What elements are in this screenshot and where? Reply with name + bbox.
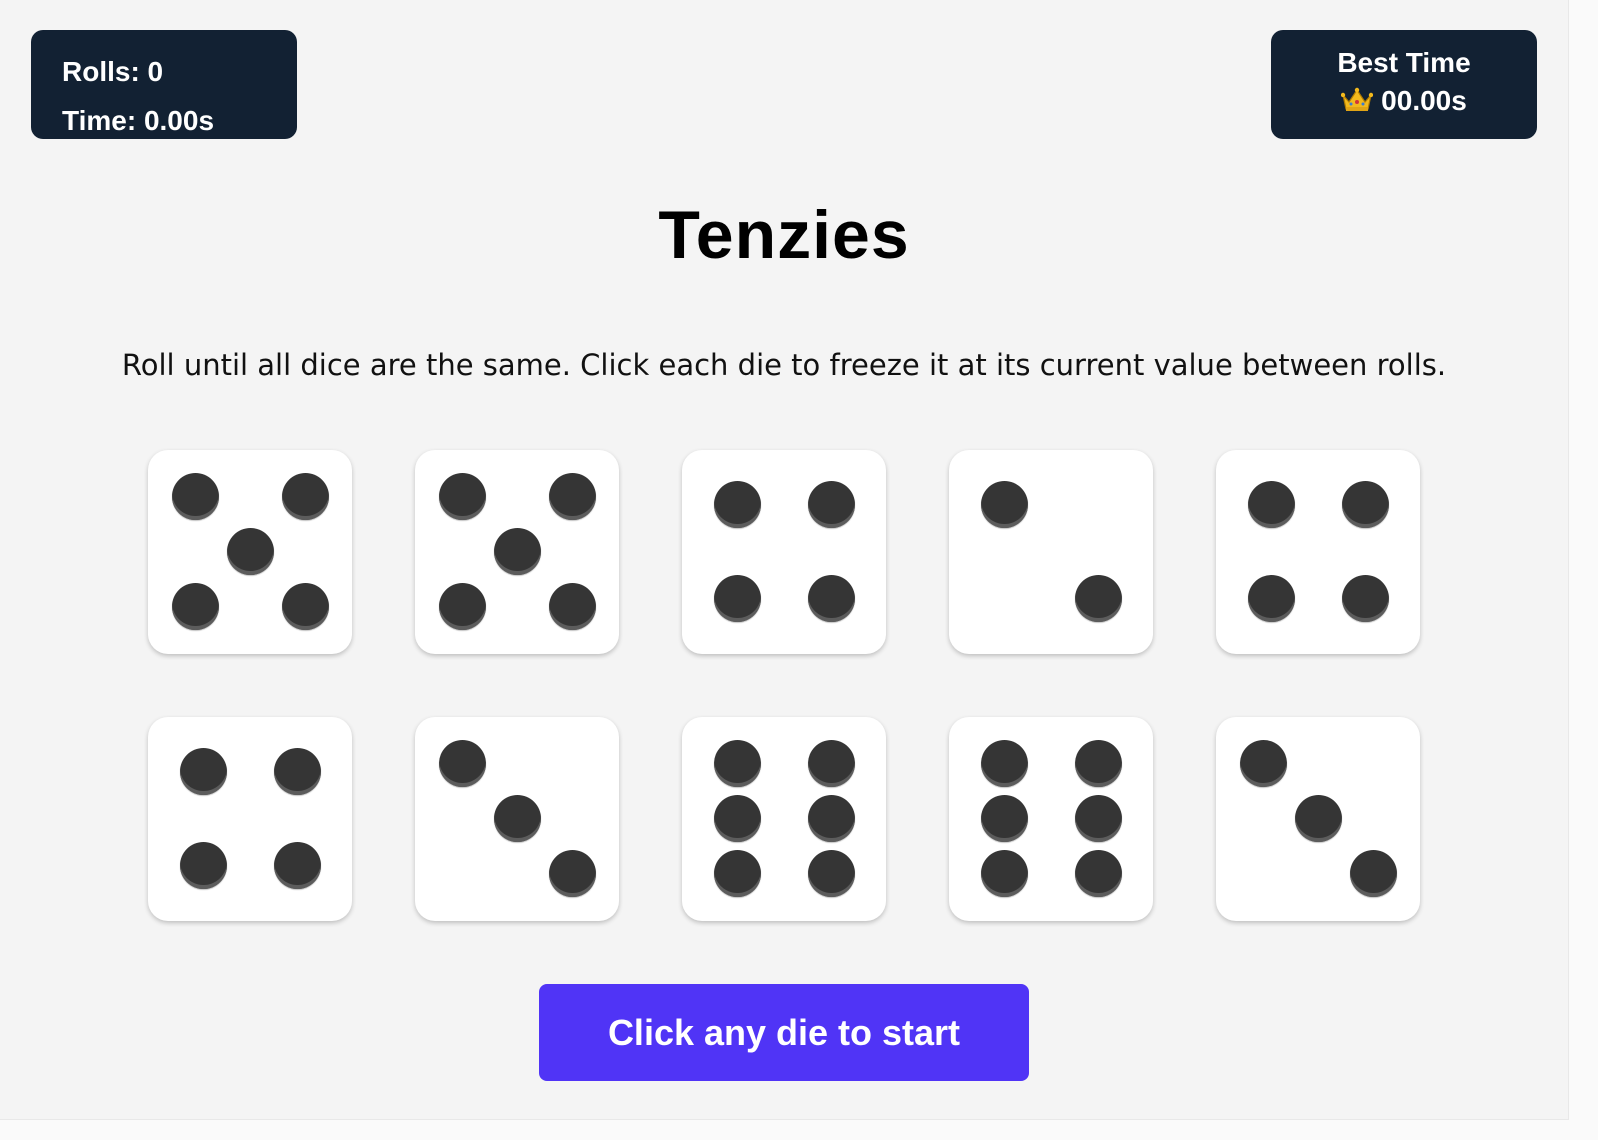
die-pip [807,574,855,622]
die-pip [438,739,486,787]
die-pip [1247,574,1295,622]
die-pip [713,574,761,622]
best-time-row: 00.00s [1271,85,1537,117]
best-time-value: 00.00s [1381,85,1467,116]
die-pip [493,527,541,575]
die-pip [807,739,855,787]
die-pip [1294,794,1342,842]
die[interactable] [949,717,1153,921]
die-pip [179,841,227,889]
timer: Time: 0.00s [62,105,215,136]
die-pip [493,794,541,842]
die[interactable] [1216,717,1420,921]
die-pip [273,747,321,795]
die-pip [713,480,761,528]
die-pip [807,849,855,897]
die-pip [1247,480,1295,528]
die-pip [179,747,227,795]
die[interactable] [682,717,886,921]
die-pip [980,480,1028,528]
die-pip [171,582,219,630]
die-pip [548,849,596,897]
page-title: Tenzies [658,197,910,273]
die-pip [226,527,274,575]
die[interactable] [415,717,619,921]
rolls-counter: Rolls: 0 [62,56,164,87]
die-pip [1074,739,1122,787]
die-pip [273,841,321,889]
die-pip [548,472,596,520]
die[interactable] [682,450,886,654]
crown-icon [1341,87,1374,111]
die[interactable] [148,717,352,921]
die-pip [807,794,855,842]
die[interactable] [949,450,1153,654]
die-pip [980,849,1028,897]
die-pip [438,582,486,630]
instructions-text: Roll until all dice are the same. Click … [121,348,1447,382]
die-pip [281,582,329,630]
stats-panel: Rolls: 0 Time: 0.00s [31,30,297,139]
die-pip [713,739,761,787]
die-pip [1341,574,1389,622]
die-pip [1341,480,1389,528]
die-pip [1074,849,1122,897]
die-pip [1074,574,1122,622]
die-pip [171,472,219,520]
die-pip [438,472,486,520]
die-pip [1349,849,1397,897]
die[interactable] [148,450,352,654]
die-pip [1074,794,1122,842]
die-pip [281,472,329,520]
die-pip [807,480,855,528]
best-time-title: Best Time [1337,47,1471,78]
die-pip [713,794,761,842]
game-board: Rolls: 0 Time: 0.00s Best Time 00.00s Te… [0,0,1569,1120]
die-pip [980,739,1028,787]
best-time-panel: Best Time 00.00s [1271,30,1537,139]
die[interactable] [415,450,619,654]
die-pip [1239,739,1287,787]
die[interactable] [1216,450,1420,654]
roll-button[interactable]: Click any die to start [539,984,1029,1081]
die-pip [713,849,761,897]
die-pip [548,582,596,630]
die-pip [980,794,1028,842]
